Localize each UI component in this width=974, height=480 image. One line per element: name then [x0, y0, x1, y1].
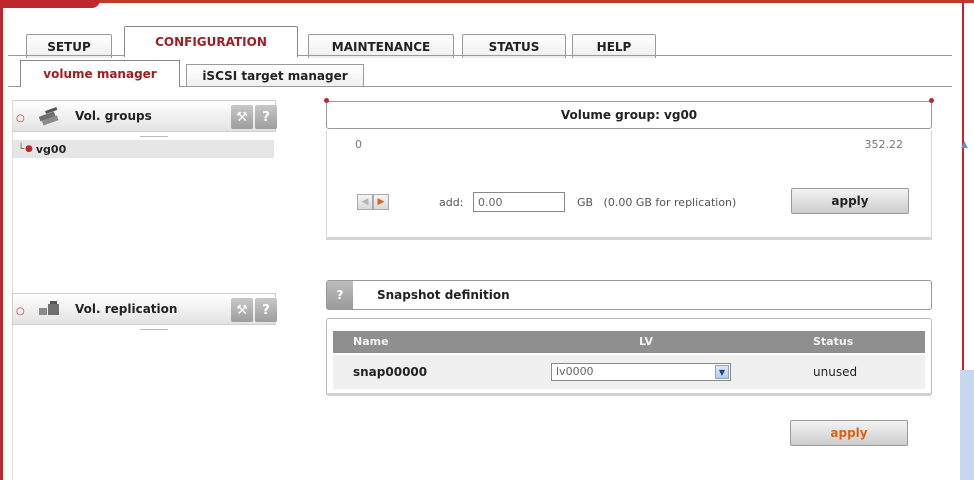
vol-replication-header: ○ Vol. replication ⚒ ?	[12, 293, 277, 325]
snapshot-name: snap00000	[353, 365, 428, 379]
apply-button[interactable]: apply	[791, 188, 909, 214]
scale-min: 0	[355, 138, 362, 151]
lv-select-value: lv0000	[556, 365, 594, 378]
increase-arrow-button[interactable]: ▶	[373, 194, 389, 210]
pin-icon: ○	[16, 306, 25, 317]
brand-strip	[0, 0, 100, 8]
replication-icon	[39, 301, 59, 315]
scroll-up-arrow-icon[interactable]: ▲	[961, 140, 968, 150]
tree-connector-icon: └	[18, 143, 25, 155]
chevron-down-icon[interactable]: ▼	[715, 365, 729, 379]
tree-item-vg00[interactable]: └ ● vg00	[12, 140, 274, 158]
decrease-arrow-button[interactable]: ◀	[357, 194, 373, 210]
vol-replication-help-button[interactable]: ?	[255, 298, 277, 322]
column-header-name: Name	[353, 335, 389, 348]
tab-iscsi-target-manager[interactable]: iSCSI target manager	[186, 64, 364, 86]
unit-note: GB (0.00 GB for replication)	[577, 196, 737, 209]
snapshot-apply-button[interactable]: apply	[790, 420, 908, 446]
volume-group-header: Volume group: vg00	[324, 98, 934, 129]
tab-configuration[interactable]: CONFIGURATION	[124, 26, 298, 57]
node-dot-icon: ●	[25, 144, 33, 154]
add-label: add:	[439, 196, 464, 209]
snapshot-table: Name LV Status snap00000 lv0000 ▼ unused	[326, 318, 932, 396]
lv-select[interactable]: lv0000 ▼	[551, 363, 731, 381]
left-panel-border	[12, 100, 13, 480]
table-header: Name LV Status	[333, 331, 925, 353]
volume-group-title: Volume group: vg00	[560, 108, 698, 122]
vol-groups-header: ○ Vol. groups ⚒ ?	[12, 100, 277, 132]
snapshot-definition-header: ? Snapshot definition	[326, 280, 932, 310]
snapshot-status: unused	[813, 365, 858, 379]
disks-icon	[38, 107, 59, 126]
pin-icon: ○	[16, 113, 25, 124]
corner-dot	[324, 98, 329, 103]
corner-dot	[929, 98, 934, 103]
add-size-input[interactable]	[473, 192, 565, 212]
volume-group-panel: 0 352.22 ◀ ▶ add: GB (0.00 GB for replic…	[326, 130, 932, 240]
vol-groups-title: Vol. groups	[75, 109, 152, 123]
handle-divider	[140, 329, 168, 330]
handle-divider	[140, 136, 168, 137]
snapshot-help-button[interactable]: ?	[327, 281, 353, 309]
tree-item-label: vg00	[35, 142, 67, 156]
snapshot-definition-title: Snapshot definition	[377, 288, 510, 302]
scale-max: 352.22	[864, 138, 904, 151]
frame-left-border	[0, 0, 3, 480]
tab-volume-manager[interactable]: volume manager	[20, 60, 180, 87]
column-header-status: Status	[813, 335, 854, 348]
scrollbar-thumb[interactable]	[960, 370, 974, 480]
top-bar	[0, 0, 974, 10]
vol-groups-help-button[interactable]: ?	[255, 105, 277, 129]
wrench-icon[interactable]: ⚒	[231, 105, 253, 129]
column-header-lv: LV	[639, 335, 654, 348]
scrollbar[interactable]: ▲	[954, 140, 974, 480]
wrench-icon[interactable]: ⚒	[231, 298, 253, 322]
table-row: snap00000 lv0000 ▼ unused	[333, 355, 925, 389]
vol-replication-title: Vol. replication	[75, 302, 178, 316]
